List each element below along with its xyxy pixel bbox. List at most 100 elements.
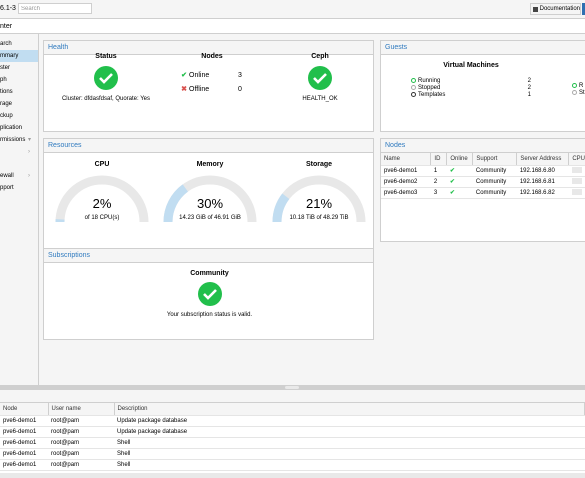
cluster-status-text: Cluster: dfdasfdsaf, Quorate: Yes (61, 96, 151, 102)
search-input[interactable] (18, 3, 92, 14)
vm-running-row: Running 2 (411, 77, 531, 84)
ceph-status-text: HEALTH_OK (302, 96, 338, 102)
documentation-button[interactable]: Documentation (530, 3, 581, 15)
chevron-right-icon: › (28, 149, 30, 155)
log-tabs-bar (0, 390, 585, 403)
vm-legend: Running 2 Stopped 2 Templates 1 (411, 77, 531, 98)
column-header-node[interactable]: Node (0, 403, 49, 416)
table-row[interactable]: pve6-demo1 root@pam Shell (0, 437, 585, 449)
vm-stopped-row: Stopped 2 (411, 84, 531, 91)
chevron-right-icon: › (28, 173, 30, 179)
sidebar-item-ceph[interactable]: ph (0, 74, 38, 86)
subscription-level: Community (190, 270, 229, 277)
table-row[interactable]: pve6-demo3 3 ✔ Community 192.168.6.82 (381, 187, 585, 199)
sidebar-item-ha[interactable]: › (0, 146, 38, 158)
storage-sub: 10.18 TiB of 48.29 TiB (289, 215, 349, 221)
cpu-label: CPU (94, 161, 110, 168)
cpu-gauge: CPU 2% of 18 CPU(s) (52, 161, 152, 223)
nodes-table: Name ID Online Support Server Address CP… (381, 153, 585, 199)
stopped-dot-icon (572, 90, 577, 95)
main-content: Health Status Cluster: dfdasfdsaf, Quora… (39, 34, 585, 385)
panel-title: Resources (44, 139, 373, 153)
stopped-dot-icon (411, 85, 416, 90)
status-label: Status (95, 53, 117, 60)
column-header-description[interactable]: Description (114, 403, 585, 416)
check-circle-icon (197, 282, 222, 306)
panel-title: Guests (381, 41, 585, 55)
nodes-panel: Nodes Name ID Online Support Server Addr… (380, 138, 585, 242)
sidebar-item-acme[interactable] (0, 158, 38, 170)
subscriptions-panel: Subscriptions Community Your subscriptio… (43, 248, 374, 340)
template-dot-icon (411, 92, 416, 97)
sidebar-item-firewall[interactable]: ewall › (0, 170, 38, 182)
memory-sub: 14.23 GiB of 46.91 GiB (179, 215, 241, 221)
column-header-online[interactable]: Online (446, 153, 474, 166)
table-row[interactable]: pve6-demo1 root@pam Update package databas… (0, 426, 585, 438)
table-row[interactable]: pve6-demo1 root@pam Shell (0, 448, 585, 460)
table-row[interactable]: pve6-demo2 2 ✔ Community 192.168.6.81 (381, 176, 585, 188)
sidebar-item-search[interactable]: arch (0, 38, 38, 50)
cpu-sub: of 18 CPU(s) (84, 215, 120, 221)
sidebar-item-permissions[interactable]: rmissions ▾ (0, 134, 38, 146)
check-icon: ✔ (181, 72, 187, 79)
check-icon: ✔ (449, 190, 455, 196)
table-row[interactable]: pve6-demo1 root@pam Update package databas… (0, 415, 585, 427)
top-bar: 6.1-3 Documentation (0, 0, 585, 19)
cross-icon: ✖ (181, 86, 187, 93)
running-dot-icon (572, 83, 577, 88)
column-header-cpu[interactable]: CPU (568, 153, 585, 166)
offline-count: 0 (238, 85, 242, 93)
column-header-user[interactable]: User name (48, 403, 115, 416)
memory-label: Memory (196, 161, 224, 168)
tasks-table: Node User name Description pve6-demo1 roo… (0, 403, 585, 471)
table-row[interactable]: pve6-demo1 root@pam Shell (0, 459, 585, 471)
column-header-name[interactable]: Name (381, 153, 432, 166)
guests-panel: Guests Virtual Machines Running 2 Stopped… (380, 40, 585, 132)
page-title: nter (0, 23, 13, 30)
online-count: 3 (238, 71, 242, 79)
running-dot-icon (411, 78, 416, 83)
check-icon: ✔ (449, 168, 455, 174)
chevron-down-icon: ▾ (28, 137, 32, 143)
sidebar-item-support[interactable]: pport (0, 182, 38, 194)
sidebar-item-cluster[interactable]: ster (0, 62, 38, 74)
horizontal-scrollbar[interactable] (0, 473, 585, 478)
sidebar-item-options[interactable]: tions (0, 86, 38, 98)
sidebar-item-storage[interactable]: rage (0, 98, 38, 110)
check-icon: ✔ (449, 179, 455, 185)
sidebar-item-backup[interactable]: ckup (0, 110, 38, 122)
vm-templates-row: Templates 1 (411, 91, 531, 98)
nodes-column: Nodes ✔ Online 3 ✖ Offline 0 (158, 53, 266, 96)
virtual-machines-label: Virtual Machines (443, 62, 499, 69)
online-label: Online (189, 71, 210, 79)
ceph-column: Ceph HEALTH_OK (266, 53, 374, 102)
sidebar-item-summary[interactable]: mmary (0, 50, 38, 62)
containers-legend: R St (572, 82, 585, 96)
offline-label: Offline (189, 85, 210, 93)
storage-label: Storage (305, 161, 333, 168)
book-icon (533, 6, 538, 12)
status-column: Status Cluster: dfdasfdsaf, Quorate: Yes (52, 53, 160, 102)
panel-title: Nodes (381, 139, 585, 153)
memory-gauge: Memory 30% 14.23 GiB of 46.91 GiB (160, 161, 260, 223)
check-circle-icon (308, 66, 332, 90)
splitter-grip[interactable] (285, 386, 299, 389)
check-circle-icon (94, 66, 118, 90)
subscription-message: Your subscription status is valid. (166, 312, 253, 318)
nodes-label: Nodes (201, 53, 223, 60)
health-panel: Health Status Cluster: dfdasfdsaf, Quora… (43, 40, 374, 132)
ceph-label: Ceph (311, 53, 329, 60)
storage-gauge: Storage 21% 10.18 TiB of 48.29 TiB (269, 161, 369, 223)
sidebar: arch mmary ster ph tions rage ckup plica… (0, 34, 39, 385)
task-log-panel: Node User name Description pve6-demo1 roo… (0, 390, 585, 478)
table-row[interactable]: pve6-demo1 1 ✔ Community 192.168.6.80 (381, 165, 585, 177)
subscription-status: Community Your subscription status is va… (44, 270, 375, 318)
column-header-support[interactable]: Support (472, 153, 518, 166)
version-label: 6.1-3 (0, 5, 16, 12)
content-header: nter (0, 19, 585, 34)
documentation-label: Documentation (539, 6, 580, 12)
sidebar-item-replication[interactable]: plication (0, 122, 38, 134)
panel-title: Subscriptions (44, 249, 373, 263)
column-header-id[interactable]: ID (430, 153, 448, 166)
column-header-server-address[interactable]: Server Address (516, 153, 570, 166)
